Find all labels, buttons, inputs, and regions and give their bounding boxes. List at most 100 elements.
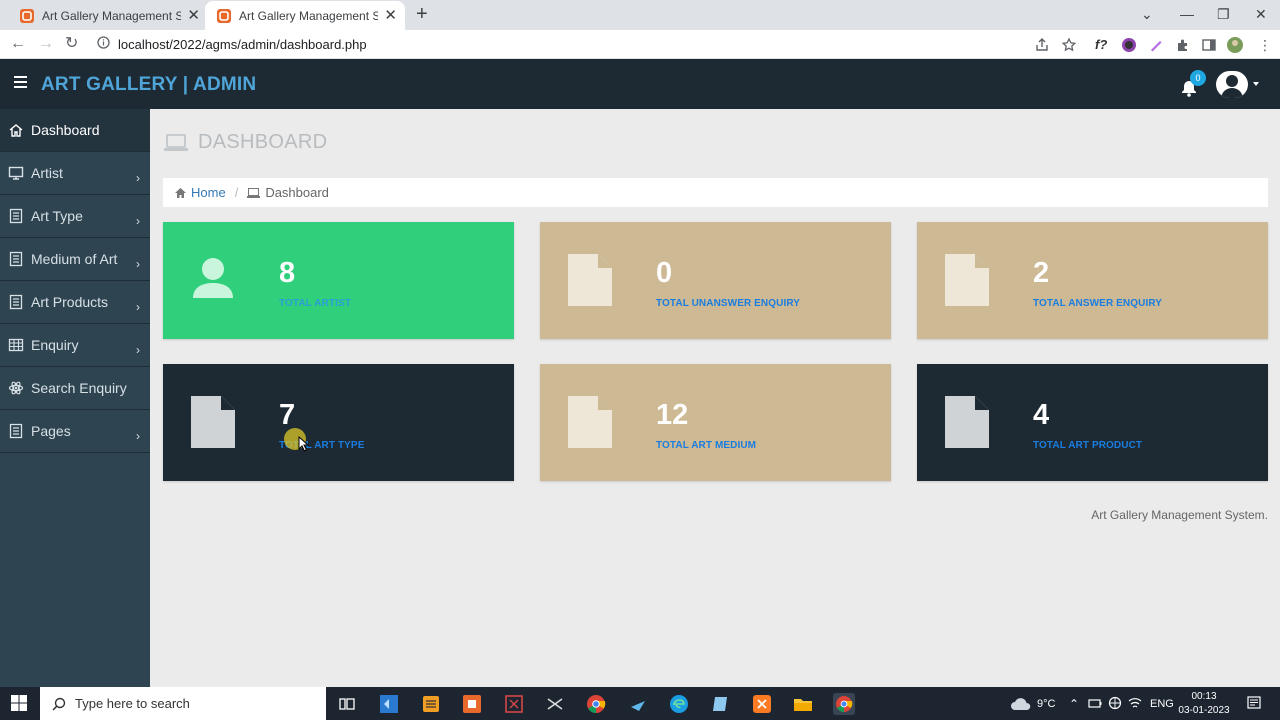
file-icon [9,208,23,224]
reload-icon[interactable]: ↻ [65,35,78,53]
file-explorer-icon[interactable] [792,693,814,715]
network-globe-icon[interactable] [1108,696,1122,710]
browser-tab-1[interactable]: Art Gallery Management System ✕ [8,1,208,30]
browser-tab-2[interactable]: Art Gallery Management System ✕ [205,1,405,30]
app-tool-icon[interactable] [503,693,525,715]
site-info-icon[interactable] [97,36,110,49]
sidebar-item-artist[interactable]: Artist › [0,152,150,195]
breadcrumb-home-link[interactable]: Home [191,185,226,200]
sidebar-item-label: Enquiry [31,337,79,353]
file-icon [568,254,612,306]
snipping-tool-icon[interactable] [544,693,566,715]
sidebar-item-art-type[interactable]: Art Type › [0,195,150,238]
browser-menu-icon[interactable]: ⋮ [1258,37,1274,53]
wifi-icon[interactable] [1128,696,1142,710]
card-total-art-product[interactable]: 4 TOTAL ART PRODUCT [917,364,1268,481]
windows-start-icon[interactable] [11,695,27,711]
sidebar-item-dashboard[interactable]: Dashboard [0,109,150,152]
close-window-button[interactable]: ✕ [1255,6,1267,23]
color-extension-icon[interactable] [1121,37,1137,53]
laptop-icon [247,187,261,198]
sidebar-item-pages[interactable]: Pages › [0,410,150,453]
card-label[interactable]: TOTAL ARTIST [279,298,351,309]
home-icon [175,187,186,198]
sidebar-item-art-products[interactable]: Art Products › [0,281,150,324]
tab-close-icon[interactable]: ✕ [384,8,397,23]
sidebar: Dashboard Artist › Art Type › Medium of … [0,109,150,687]
chrome-active-icon[interactable] [833,693,855,715]
tray-chevron-up-icon[interactable]: ⌃ [1069,687,1079,720]
file-icon [191,396,235,448]
weather-temperature: 9°C [1037,697,1056,710]
card-total-unanswer-enquiry[interactable]: 0 TOTAL UNANSWER ENQUIRY [540,222,891,339]
bookmark-star-icon[interactable] [1061,37,1077,53]
app-header: ART GALLERY | ADMIN 0 [0,59,1280,109]
forward-icon[interactable]: → [38,35,54,53]
side-panel-icon[interactable] [1201,37,1217,53]
extensions-puzzle-icon[interactable] [1175,37,1191,53]
sidebar-item-medium-of-art[interactable]: Medium of Art › [0,238,150,281]
atom-icon [8,381,24,395]
sidebar-item-label: Art Products [31,294,109,310]
monitor-icon [8,166,24,180]
xampp-app-icon[interactable] [751,693,773,715]
pen-extension-icon[interactable] [1148,37,1164,53]
user-silhouette-icon [1221,75,1243,98]
chrome-icon[interactable] [585,693,607,715]
app-favicon-icon [217,8,231,23]
card-total-art-medium[interactable]: 12 TOTAL ART MEDIUM [540,364,891,481]
card-total-artist[interactable]: 8 TOTAL ARTIST [163,222,514,339]
hamburger-menu-icon[interactable] [14,76,27,88]
notepad-icon[interactable] [709,693,731,715]
back-icon[interactable]: ← [10,35,26,53]
breadcrumb: Home / Dashboard [163,178,1268,207]
chevron-right-icon: › [136,343,140,357]
file-icon [9,294,23,310]
sidebar-item-label: Medium of Art [31,251,118,267]
browser-tabstrip: Art Gallery Management System ✕ Art Gall… [0,0,1280,30]
maximize-button[interactable]: ❐ [1217,6,1230,23]
mouse-cursor-icon [298,436,310,452]
system-clock[interactable]: 00:13 03-01-2023 [1178,690,1230,718]
new-tab-button[interactable]: + [416,4,428,24]
tab-close-icon[interactable]: ✕ [187,8,200,23]
card-label[interactable]: TOTAL ART PRODUCT [1033,440,1142,451]
search-placeholder: Type here to search [75,696,190,711]
card-label[interactable]: TOTAL UNANSWER ENQUIRY [656,298,800,309]
tab-title: Art Gallery Management System [42,8,182,23]
profile-avatar-icon[interactable] [1227,37,1243,53]
app-arrow-icon[interactable] [627,693,649,715]
card-total-answer-enquiry[interactable]: 2 TOTAL ANSWER ENQUIRY [917,222,1268,339]
app-favicon-icon [20,8,34,23]
brand-title[interactable]: ART GALLERY | ADMIN [41,74,256,96]
chevron-right-icon: › [136,214,140,228]
edge-browser-icon[interactable] [668,693,690,715]
formula-extension-icon[interactable]: f? [1095,37,1111,53]
user-menu-caret-icon[interactable] [1253,82,1259,86]
notifications-icon[interactable] [1247,696,1261,711]
visual-studio-code-icon[interactable] [378,693,400,715]
card-total-art-type[interactable]: 7 TOTAL ART TYPE [163,364,514,481]
xampp-control-icon[interactable] [461,693,483,715]
sublime-text-icon[interactable] [420,693,442,715]
user-avatar[interactable] [1216,71,1248,98]
browser-toolbar: ← → ↻ localhost/2022/agms/admin/dashboar… [0,30,1280,59]
battery-icon[interactable] [1088,696,1102,710]
card-label[interactable]: TOTAL ANSWER ENQUIRY [1033,298,1162,309]
weather-widget[interactable]: 9°C [1010,687,1055,720]
card-label[interactable]: TOTAL ART MEDIUM [656,440,756,451]
taskbar-search-input[interactable]: Type here to search [40,687,326,720]
sidebar-item-search-enquiry[interactable]: Search Enquiry [0,367,150,410]
minimize-button[interactable]: — [1180,6,1194,22]
language-indicator[interactable]: ENG [1150,687,1174,720]
sidebar-item-label: Art Type [31,208,83,224]
tab-search-icon[interactable]: ⌄ [1141,6,1153,23]
url-input[interactable]: localhost/2022/agms/admin/dashboard.php [118,37,367,52]
sidebar-item-label: Pages [31,423,71,439]
sidebar-item-enquiry[interactable]: Enquiry › [0,324,150,367]
home-icon [9,124,23,137]
task-view-icon[interactable] [336,693,358,715]
card-value: 8 [279,257,296,289]
clock-time: 00:13 [1191,691,1217,702]
share-icon[interactable] [1034,37,1050,53]
